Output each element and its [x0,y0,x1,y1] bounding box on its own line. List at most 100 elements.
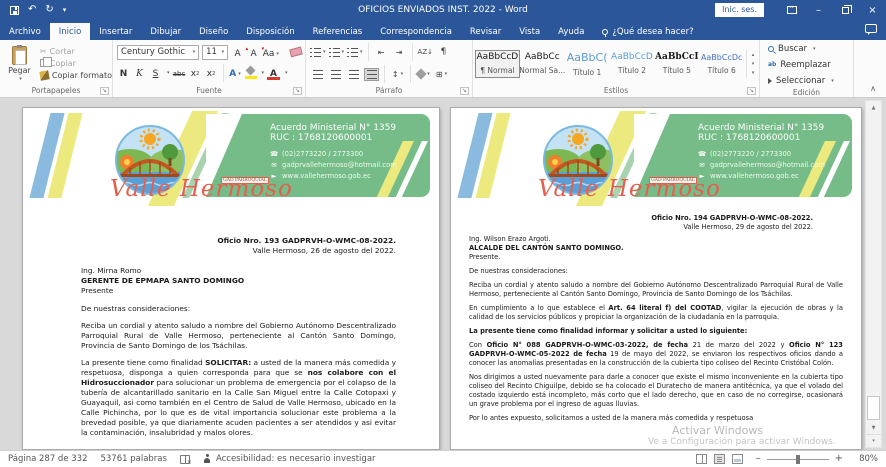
styles-more-icon[interactable]: ▾ [752,70,755,76]
font-color-button[interactable]: A [267,66,280,79]
zoom-out-button[interactable]: – [756,454,761,464]
tab-vista[interactable]: Vista [510,23,549,40]
close-button[interactable]: × [859,0,886,20]
increase-indent-button[interactable]: ⇥ [392,46,407,59]
tab-revisar[interactable]: Revisar [461,23,510,40]
bold-button[interactable]: N [117,66,130,79]
paragraph-dialog-launcher[interactable]: ↘ [460,87,469,95]
web-layout-button[interactable] [732,454,743,464]
font-family-combo[interactable]: Century Gothic▾ [117,45,199,60]
paste-button[interactable]: Pegar ▾ [0,44,39,82]
tab-insertar[interactable]: Insertar [90,23,141,40]
text-effects-button[interactable]: A▾ [229,66,242,79]
tab-ayuda[interactable]: Ayuda [549,23,593,40]
scroll-up-arrow[interactable]: ▲ [866,101,881,114]
ribbon-display-options-button[interactable]: ^ [778,0,805,20]
comments-icon[interactable] [865,24,877,33]
zoom-level[interactable]: 80% [856,454,878,464]
zoom-slider[interactable] [767,459,829,460]
minimize-button[interactable]: – [805,0,832,20]
style-titulo-2[interactable]: AaBbCcDTítulo 2 [610,50,655,78]
sort-button[interactable]: AZ↓ [418,46,433,59]
page-indicator[interactable]: Página 287 de 332 [8,454,87,464]
scroll-down-arrow[interactable]: ▼ [866,421,881,434]
vertical-scrollbar[interactable]: ▲ ▼ ▾ [865,100,882,448]
tab-inicio[interactable]: Inicio [50,23,91,40]
search-icon [768,46,774,52]
collapse-ribbon-button[interactable]: ∧ [854,40,886,97]
tab-dibujar[interactable]: Dibujar [141,23,190,40]
redo-icon[interactable]: ↻ [45,5,53,15]
justify-button[interactable] [364,68,379,81]
numbering-button[interactable]: ▾ [329,46,345,59]
customize-qat-icon[interactable]: ▾ [63,6,67,14]
chevron-down-icon[interactable]: ▾ [167,70,170,76]
font-dialog-launcher[interactable]: ↘ [293,87,302,95]
read-mode-button[interactable] [696,454,707,464]
grow-font-button[interactable]: A▴ [231,46,244,59]
tab-archivo[interactable]: Archivo [0,23,50,40]
align-center-button[interactable] [328,68,343,81]
style-titulo-5[interactable]: AaBbCcITítulo 5 [654,50,699,78]
replace-button[interactable]: abReemplazar [768,58,853,71]
undo-icon[interactable]: ↶ [28,5,36,15]
accessibility-status[interactable]: Accesibilidad: es necesario investigar [203,454,376,464]
multilevel-list-button[interactable]: ▾ [347,46,363,59]
borders-button[interactable]: ⊞▾ [434,68,449,81]
zoom-slider-thumb[interactable] [796,455,800,464]
save-icon[interactable] [10,6,19,15]
document-page-2[interactable]: Acuerdo Ministerial N° 1359 RUC : 176812… [450,107,862,450]
ribbon: Pegar ▾ ✂Cortar Copiar Copiar formato Po… [0,40,886,98]
font-size-combo[interactable]: 11▾ [202,45,228,60]
clipboard-dialog-launcher[interactable]: ↘ [100,87,109,95]
style-normal-sa[interactable]: AaBbCcNormal Sa... [520,50,565,78]
paste-icon [12,46,27,65]
line-spacing-button[interactable]: ↕▾ [390,68,405,81]
change-case-button[interactable]: Aa▾ [263,46,278,59]
styles-dialog-launcher[interactable]: ↘ [747,87,756,95]
chevron-down-icon[interactable]: ▾ [285,70,288,76]
tab-diseno[interactable]: Diseño [190,23,237,40]
print-layout-button[interactable] [714,454,725,464]
show-marks-button[interactable]: ¶ [436,46,451,59]
copy-button[interactable]: Copiar [40,59,112,68]
browse-object-button[interactable]: ▾ [866,434,881,447]
zoom-in-button[interactable]: + [835,454,843,464]
subscript-button[interactable]: x2 [189,66,202,79]
tab-correspondencia[interactable]: Correspondencia [371,23,461,40]
format-painter-button[interactable]: Copiar formato [40,71,112,80]
tab-referencias[interactable]: Referencias [304,23,372,40]
decrease-indent-button[interactable]: ⇤ [374,46,389,59]
styles-scroll-up-icon[interactable]: ▴ [752,52,755,58]
align-left-button[interactable] [310,68,325,81]
styles-scroll-down-icon[interactable]: ▾ [752,61,755,67]
paste-label: Pegar [8,66,31,75]
scrollbar-thumb[interactable] [867,396,880,420]
tell-me-box[interactable]: ¿Qué desea hacer? [593,23,702,40]
underline-button[interactable]: S [149,66,162,79]
style-titulo-6[interactable]: AaBbCcDcTítulo 6 [699,50,744,78]
select-button[interactable]: Seleccionar▾ [768,74,853,87]
chevron-down-icon[interactable]: ▾ [262,70,265,76]
cut-button[interactable]: ✂Cortar [40,47,112,56]
document-page-1[interactable]: Acuerdo Ministerial N° 1359 RUC : 176812… [22,107,440,450]
sign-in-button[interactable]: Inic. ses. [715,3,764,17]
italic-button[interactable]: K [133,66,146,79]
find-button[interactable]: Buscar▾ [768,42,853,55]
align-right-button[interactable] [346,68,361,81]
bullets-button[interactable]: ▾ [310,46,326,59]
shrink-font-button[interactable]: A▾ [247,46,260,59]
style-normal[interactable]: AaBbCcD¶ Normal [475,50,520,78]
highlight-color-button[interactable] [245,67,257,79]
tab-disposicion[interactable]: Disposición [237,23,303,40]
group-editing: Buscar▾ abReemplazar Seleccionar▾ Edició… [760,40,854,97]
strikethrough-button[interactable]: abc [173,66,186,79]
word-count[interactable]: 53761 palabras [100,454,166,464]
proofing-status[interactable] [180,455,190,464]
shading-button[interactable]: ▾ [416,68,431,81]
style-titulo-1[interactable]: AaBbC(Título 1 [565,50,610,78]
superscript-button[interactable]: x2 [205,66,218,79]
restore-button[interactable] [832,0,859,20]
clear-formatting-icon[interactable] [289,47,302,58]
ruc-number: RUC : 1768120600001 [270,133,430,143]
